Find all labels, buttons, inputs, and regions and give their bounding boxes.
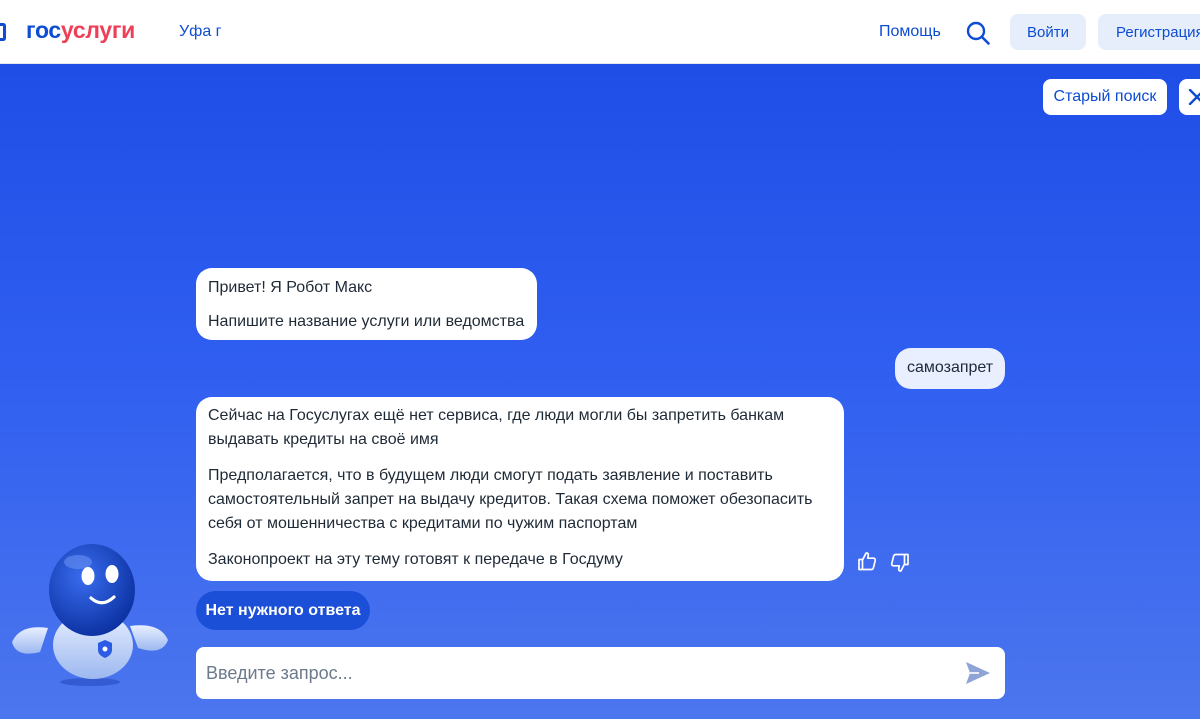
- message-line: Сейчас на Госуслугах ещё нет сервиса, гд…: [208, 407, 785, 448]
- no-answer-button[interactable]: Нет нужного ответа: [196, 591, 370, 630]
- thumbs-up-icon[interactable]: [856, 550, 878, 572]
- bot-message: Привет! Я Робот Макс Напишите название у…: [196, 268, 537, 340]
- logo-part-gos: гос: [26, 17, 61, 43]
- bot-message: Сейчас на Госуслугах ещё нет сервиса, гд…: [196, 397, 844, 581]
- query-input[interactable]: [206, 647, 946, 699]
- old-search-button[interactable]: Старый поиск: [1043, 79, 1167, 115]
- close-icon: [1188, 89, 1200, 105]
- close-chat-button[interactable]: [1179, 79, 1200, 115]
- message-line: Законопроект на эту тему готовят к перед…: [208, 551, 623, 568]
- city-selector[interactable]: Уфа г: [179, 23, 222, 41]
- menu-icon[interactable]: [0, 23, 6, 41]
- gosuslugi-logo[interactable]: госуслуги: [26, 17, 135, 44]
- register-button[interactable]: Регистрация: [1098, 14, 1200, 50]
- help-link[interactable]: Помощь: [879, 23, 941, 41]
- message-line: Предполагается, что в будущем люди смогу…: [208, 467, 813, 532]
- logo-part-uslugi: услуги: [60, 17, 135, 43]
- message-line: самозапрет: [907, 359, 994, 376]
- send-icon[interactable]: [965, 661, 991, 685]
- thumbs-down-icon[interactable]: [889, 552, 911, 574]
- query-input-container: [196, 647, 1005, 699]
- message-line: Привет! Я Робот Макс: [208, 279, 373, 296]
- header: госуслуги Уфа г Помощь Войти Регистрация: [0, 0, 1200, 64]
- search-icon[interactable]: [965, 20, 991, 46]
- message-line: Напишите название услуги или ведомства: [208, 313, 525, 330]
- login-button[interactable]: Войти: [1010, 14, 1086, 50]
- robot-max-avatar: [8, 530, 174, 690]
- user-message: самозапрет: [895, 348, 1005, 389]
- chat-area: Старый поиск Привет! Я Робот Макс Напиши…: [0, 64, 1200, 719]
